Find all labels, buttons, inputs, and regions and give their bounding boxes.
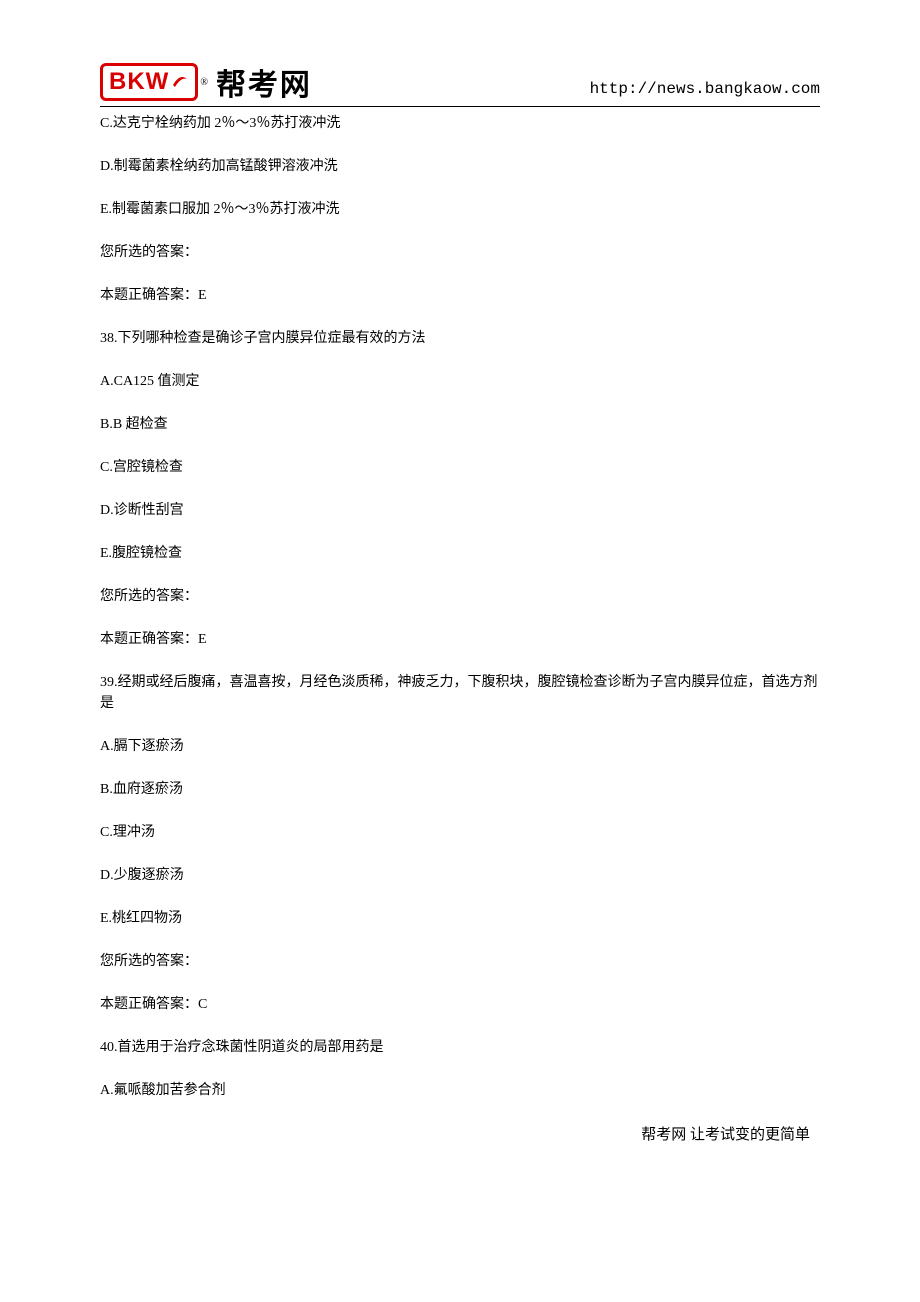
logo-bkw-text: BKW <box>109 68 169 96</box>
q39-option-d: D.少腹逐瘀汤 <box>100 865 820 886</box>
logo-site-name: 帮考网 <box>216 60 312 104</box>
q39-option-b: B.血府逐瘀汤 <box>100 779 820 800</box>
question-40: 40.首选用于治疗念珠菌性阴道炎的局部用药是 <box>100 1037 820 1058</box>
q38-option-e: E.腹腔镜检查 <box>100 543 820 564</box>
q39-option-a: A.膈下逐瘀汤 <box>100 736 820 757</box>
logo-reg-mark: ® <box>200 77 208 88</box>
correct-answer: 本题正确答案：E <box>100 629 820 650</box>
option-c: C.达克宁栓纳药加 2％～3％苏打液冲洗 <box>100 113 820 134</box>
correct-answer: 本题正确答案：C <box>100 994 820 1015</box>
logo-badge: BKW <box>100 63 198 101</box>
page-footer: 帮考网 让考试变的更简单 <box>100 1123 820 1144</box>
site-logo: BKW ® 帮考网 <box>100 60 312 104</box>
correct-answer: 本题正确答案：E <box>100 285 820 306</box>
your-answer-label: 您所选的答案： <box>100 242 820 263</box>
page-header: BKW ® 帮考网 http://news.bangkaow.com <box>100 60 820 107</box>
logo-swoosh-icon <box>171 68 189 96</box>
question-38: 38.下列哪种检查是确诊子宫内膜异位症最有效的方法 <box>100 328 820 349</box>
document-page: BKW ® 帮考网 http://news.bangkaow.com C.达克宁… <box>0 0 920 1184</box>
q38-option-c: C.宫腔镜检查 <box>100 457 820 478</box>
q39-option-e: E.桃红四物汤 <box>100 908 820 929</box>
question-39: 39.经期或经后腹痛，喜温喜按，月经色淡质稀，神疲乏力，下腹积块，腹腔镜检查诊断… <box>100 672 820 714</box>
q38-option-d: D.诊断性刮宫 <box>100 500 820 521</box>
q38-option-a: A.CA125 值测定 <box>100 371 820 392</box>
document-body: C.达克宁栓纳药加 2％～3％苏打液冲洗 D.制霉菌素栓纳药加高锰酸钾溶液冲洗 … <box>100 113 820 1101</box>
q40-option-a: A.氟哌酸加苦参合剂 <box>100 1080 820 1101</box>
site-url: http://news.bangkaow.com <box>590 80 820 104</box>
option-e: E.制霉菌素口服加 2％～3％苏打液冲洗 <box>100 199 820 220</box>
your-answer-label: 您所选的答案： <box>100 951 820 972</box>
your-answer-label: 您所选的答案： <box>100 586 820 607</box>
option-d: D.制霉菌素栓纳药加高锰酸钾溶液冲洗 <box>100 156 820 177</box>
q38-option-b: B.B 超检查 <box>100 414 820 435</box>
q39-option-c: C.理冲汤 <box>100 822 820 843</box>
